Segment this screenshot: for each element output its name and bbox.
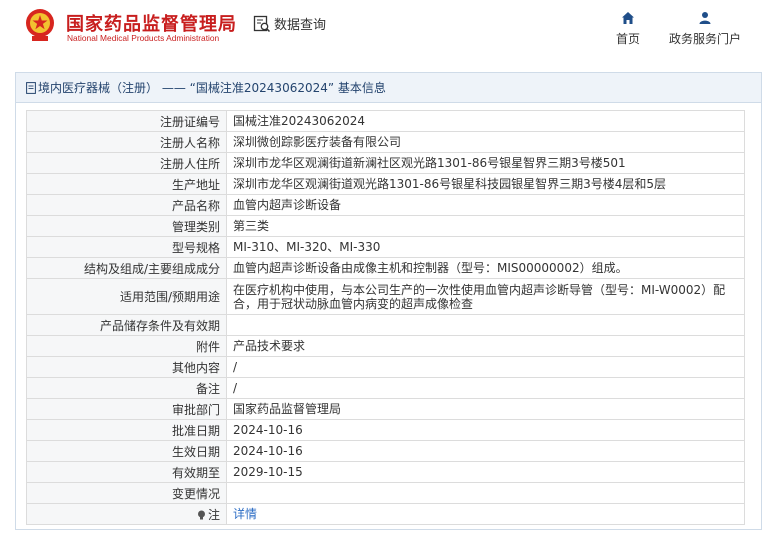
table-row: 审批部门 国家药品监督管理局 [26, 398, 745, 420]
table-row: 注册人名称 深圳微创踪影医疗装备有限公司 [26, 131, 745, 153]
nav-home[interactable]: 首页 [610, 11, 646, 47]
note-label-cell: 注 [26, 503, 227, 525]
table-row: 型号规格 MI-310、MI-320、MI-330 [26, 236, 745, 258]
home-icon [622, 12, 634, 24]
table-row: 其他内容 / [26, 356, 745, 378]
registration-info-panel: 境内医疗器械（注册） —— “国械注准20243062024” 基本信息 注册证… [15, 72, 762, 530]
field-label: 生产地址 [26, 173, 227, 195]
table-row: 管理类别 第三类 [26, 215, 745, 237]
registration-info-table: 注册证编号 国械注准20243062024 注册人名称 深圳微创踪影医疗装备有限公司… [26, 110, 745, 525]
field-label: 产品储存条件及有效期 [26, 314, 227, 336]
nav-service-portal[interactable]: 政务服务门户 [662, 11, 748, 47]
field-value: 2024-10-16 [226, 440, 745, 462]
field-label: 备注 [26, 377, 227, 399]
data-query-link[interactable]: 数据查询 [253, 14, 326, 33]
field-value: 血管内超声诊断设备由成像主机和控制器（型号：MIS00000002）组成。 [226, 257, 745, 279]
note-value-cell: 详情 [226, 503, 745, 525]
field-label: 批准日期 [26, 419, 227, 441]
national-emblem-icon [26, 9, 54, 41]
field-value: 第三类 [226, 215, 745, 237]
field-label: 适用范围/预期用途 [26, 278, 227, 315]
field-value: 深圳市龙华区观澜街道新澜社区观光路1301-86号银星智界三期3号楼501 [226, 152, 745, 174]
field-value: 产品技术要求 [226, 335, 745, 357]
field-label: 变更情况 [26, 482, 227, 504]
field-label: 注册人名称 [26, 131, 227, 153]
field-value: 深圳市龙华区观澜街道观光路1301-86号银星科技园银星智界三期3号楼4层和5层 [226, 173, 745, 195]
field-label: 有效期至 [26, 461, 227, 483]
user-icon [699, 12, 711, 24]
field-value [226, 314, 745, 336]
panel-title: 境内医疗器械（注册） —— “国械注准20243062024” 基本信息 [16, 73, 761, 103]
field-value: / [226, 356, 745, 378]
site-subtitle: National Medical Products Administration [67, 33, 220, 43]
nav-service-portal-label: 政务服务门户 [668, 32, 741, 46]
table-row: 变更情况 [26, 482, 745, 504]
table-row: 生产地址 深圳市龙华区观澜街道观光路1301-86号银星科技园银星智界三期3号楼4… [26, 173, 745, 195]
table-row: 适用范围/预期用途 在医疗机构中使用，与本公司生产的一次性使用血管内超声诊断导管（… [26, 278, 745, 315]
table-row: 生效日期 2024-10-16 [26, 440, 745, 462]
note-label: 注 [207, 507, 220, 522]
table-row: 结构及组成/主要组成成分 血管内超声诊断设备由成像主机和控制器（型号：MIS000… [26, 257, 745, 279]
field-label: 产品名称 [26, 194, 227, 216]
field-value: 国械注准20243062024 [226, 110, 745, 132]
title-separator: —— [161, 81, 186, 95]
field-value: 在医疗机构中使用，与本公司生产的一次性使用血管内超声诊断导管（型号：MI-W00… [226, 278, 745, 315]
table-row: 产品名称 血管内超声诊断设备 [26, 194, 745, 216]
field-label: 生效日期 [26, 440, 227, 462]
search-document-icon [253, 15, 271, 32]
field-value: MI-310、MI-320、MI-330 [226, 236, 745, 258]
field-label: 其他内容 [26, 356, 227, 378]
table-row: 注 详情 [26, 503, 745, 525]
field-value: 2024-10-16 [226, 419, 745, 441]
table-row: 批准日期 2024-10-16 [26, 419, 745, 441]
field-value [226, 482, 745, 504]
title-registration-number: “国械注准20243062024” [189, 81, 335, 95]
document-icon [26, 82, 36, 94]
site-header: 国家药品监督管理局 National Medical Products Admi… [0, 0, 766, 60]
table-row: 备注 / [26, 377, 745, 399]
field-value: 国家药品监督管理局 [226, 398, 745, 420]
title-device-type: 境内医疗器械（注册） [38, 81, 159, 95]
field-label: 附件 [26, 335, 227, 357]
field-value: / [226, 377, 745, 399]
field-value: 2029-10-15 [226, 461, 745, 483]
field-label: 管理类别 [26, 215, 227, 237]
nav-home-label: 首页 [615, 32, 640, 46]
field-value: 血管内超声诊断设备 [226, 194, 745, 216]
data-query-label: 数据查询 [274, 18, 327, 33]
table-row: 产品储存条件及有效期 [26, 314, 745, 336]
title-suffix: 基本信息 [337, 81, 386, 95]
table-row: 有效期至 2029-10-15 [26, 461, 745, 483]
field-label: 注册证编号 [26, 110, 227, 132]
lightbulb-icon [197, 510, 205, 519]
table-row: 附件 产品技术要求 [26, 335, 745, 357]
field-label: 型号规格 [26, 236, 227, 258]
field-label: 注册人住所 [26, 152, 227, 174]
details-link[interactable]: 详情 [233, 507, 257, 521]
table-row: 注册人住所 深圳市龙华区观澜街道新澜社区观光路1301-86号银星智界三期3号楼5… [26, 152, 745, 174]
field-label: 审批部门 [26, 398, 227, 420]
field-value: 深圳微创踪影医疗装备有限公司 [226, 131, 745, 153]
table-row: 注册证编号 国械注准20243062024 [26, 110, 745, 132]
field-label: 结构及组成/主要组成成分 [26, 257, 227, 279]
